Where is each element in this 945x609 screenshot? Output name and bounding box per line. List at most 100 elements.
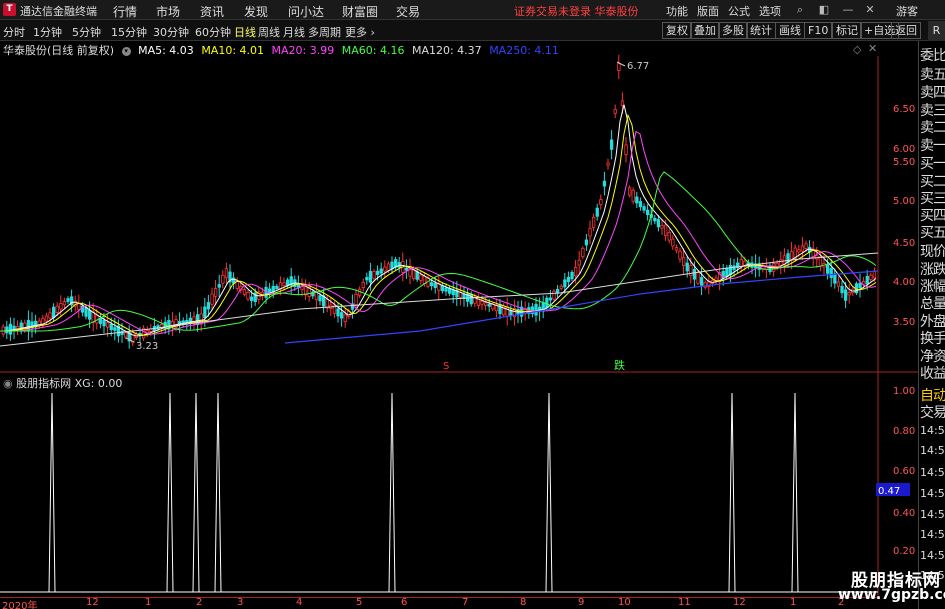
menu-shichang[interactable]: 市场 [156, 3, 180, 20]
candle-body [419, 274, 423, 281]
candle-body [638, 201, 643, 208]
menu-wenxiaoda[interactable]: 问小达 [288, 3, 324, 20]
candle-body [383, 266, 387, 272]
candle-body [282, 282, 286, 287]
price-tick: 4.00 [893, 277, 916, 288]
candle-body [646, 209, 650, 216]
candle-body [570, 271, 574, 280]
ma-line [0, 171, 877, 332]
candle-body [840, 285, 844, 294]
trade-tab[interactable]: 交易 [920, 402, 945, 422]
candle-body [249, 296, 254, 302]
ma-line [0, 113, 877, 336]
indicator-value: 0.47 [878, 486, 900, 497]
candle-body [375, 270, 380, 276]
back-button[interactable]: 返回 [891, 22, 921, 39]
tab-multi-period[interactable]: 多周期 [308, 24, 341, 40]
date-tick: 12 [86, 597, 99, 608]
overlay-button[interactable]: 叠加 [690, 22, 720, 39]
xg-spike [545, 392, 553, 593]
menu-banmian[interactable]: 版面 [697, 3, 719, 19]
menu-caifuquan[interactable]: 财富圈 [342, 3, 378, 20]
mark-button[interactable]: 标记 [832, 22, 862, 39]
trade-login-notice[interactable]: 证券交易未登录 华泰股份 [514, 3, 639, 19]
f10-button[interactable]: F10 [804, 22, 833, 39]
candle-body [602, 180, 607, 187]
minimize-icon[interactable]: — [840, 2, 856, 18]
candle-body [617, 63, 621, 71]
indicator-legend[interactable]: ◉ 股朋指标网 XG: 0.00 [3, 375, 122, 391]
right-panel-tab[interactable]: R [928, 21, 945, 41]
side-label-buy1: 买一 [920, 156, 945, 172]
candle-body [689, 265, 693, 277]
tick-time: 14:56 [920, 508, 945, 521]
menu-gongshi[interactable]: 公式 [728, 3, 750, 19]
draw-line-button[interactable]: 画线 [775, 22, 805, 39]
fuquan-button[interactable]: 复权 [662, 22, 692, 39]
skin-icon[interactable]: ◧ [816, 2, 832, 18]
candle-body [869, 274, 873, 281]
tab-15min[interactable]: 15分钟 [111, 24, 147, 40]
side-label-turnover: 换手 [920, 331, 945, 347]
candle-body [275, 285, 279, 290]
side-label-earnings: 收益 [920, 366, 945, 382]
menu-zixun[interactable]: 资讯 [200, 3, 224, 20]
tab-more[interactable]: 更多 › [345, 24, 375, 40]
tab-60min[interactable]: 60分钟 [195, 24, 231, 40]
candle-body [44, 315, 49, 322]
candle-body [534, 303, 538, 316]
candle-body [872, 271, 877, 279]
candle-body [343, 314, 347, 322]
indicator-tick: 0.80 [893, 426, 916, 437]
kline-chart[interactable]: 6.77 3.23 S 跌 0.47 [0, 41, 918, 597]
indicator-tick: 0.20 [893, 546, 916, 557]
candle-body [390, 261, 394, 269]
ma250-line [284, 270, 879, 344]
date-tick: 6 [401, 597, 408, 608]
tab-fenshi[interactable]: 分时 [3, 24, 25, 40]
candle-body [779, 259, 783, 266]
tick-time: 14:56 [920, 528, 945, 541]
candle-body [393, 259, 398, 268]
signal-s-mark: S [443, 361, 449, 372]
date-tick: 9 [578, 597, 585, 608]
tab-5min[interactable]: 5分钟 [72, 24, 101, 40]
stats-button[interactable]: 统计 [746, 22, 776, 39]
menu-hangqing[interactable]: 行情 [113, 3, 137, 20]
candle-body [556, 288, 560, 294]
candle-body [48, 312, 52, 319]
candle-body [77, 303, 81, 310]
side-label-sell2: 卖二 [920, 120, 945, 136]
candle-body [440, 285, 445, 292]
xg-spike [192, 392, 200, 593]
candle-body [246, 291, 250, 300]
indicator-tick: 0.40 [893, 508, 916, 519]
candle-body [368, 270, 373, 283]
tab-30min[interactable]: 30分钟 [153, 24, 189, 40]
tab-daily[interactable]: 日线 [234, 24, 256, 40]
candle-body [210, 293, 214, 305]
candle-body [318, 295, 322, 302]
tab-1min[interactable]: 1分钟 [33, 24, 62, 40]
menu-gongneng[interactable]: 功能 [666, 3, 688, 19]
menu-faxian[interactable]: 发现 [244, 3, 268, 20]
candle-body [102, 319, 106, 327]
candle-body [613, 108, 617, 114]
tab-monthly[interactable]: 月线 [283, 24, 305, 40]
candle-body [858, 282, 862, 289]
search-icon[interactable]: ⌕ [792, 2, 808, 18]
close-icon[interactable]: ✕ [862, 2, 878, 18]
date-tick: 8 [520, 597, 527, 608]
candle-body [847, 292, 851, 296]
menu-jiaoyi[interactable]: 交易 [396, 3, 420, 20]
candle-body [631, 189, 635, 202]
multi-stock-button[interactable]: 多股 [718, 22, 748, 39]
menu-xuanxiang[interactable]: 选项 [759, 3, 781, 19]
indicator-tick: 0.60 [893, 466, 916, 477]
guest-user[interactable]: 游客 [896, 3, 918, 19]
candle-body [267, 288, 272, 293]
tab-weekly[interactable]: 周线 [258, 24, 280, 40]
candle-body [829, 268, 833, 278]
xg-spike [214, 392, 222, 593]
candle-body [336, 308, 340, 317]
